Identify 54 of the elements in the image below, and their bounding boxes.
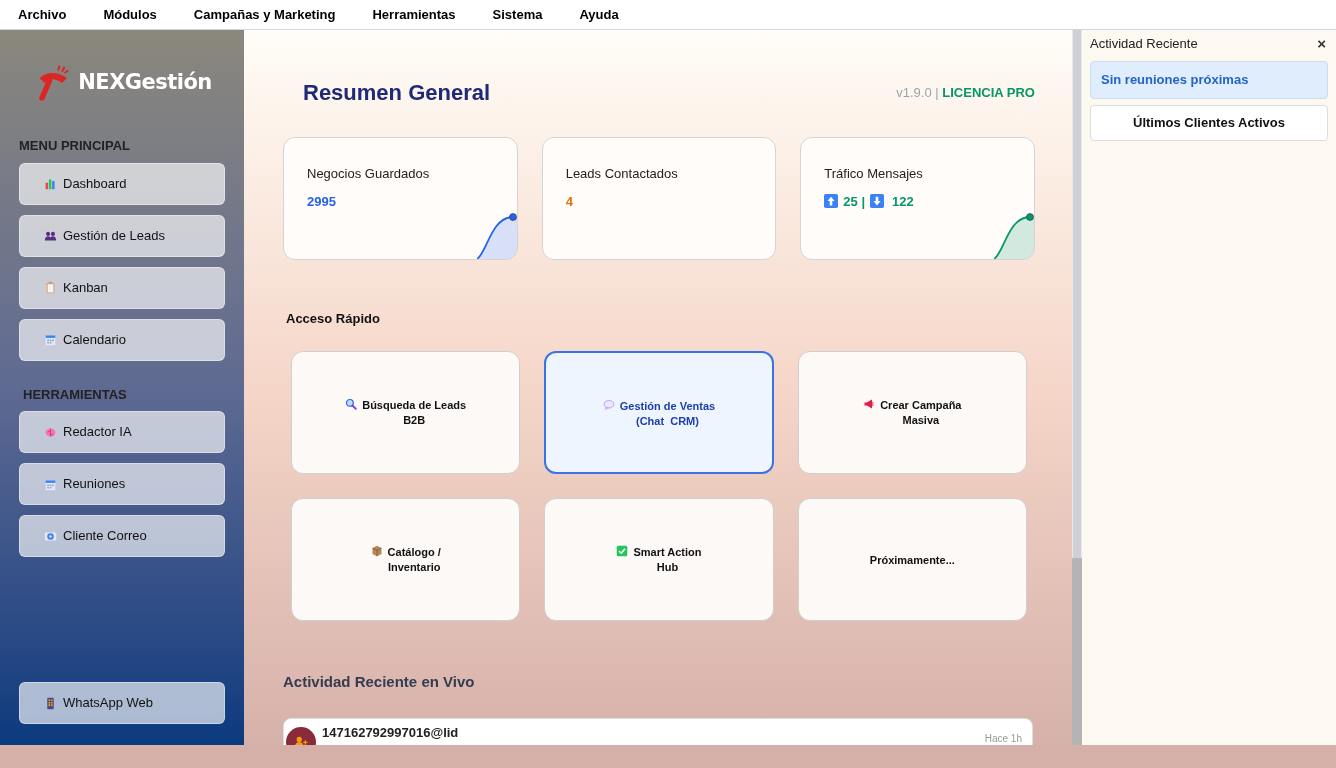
person-add-icon bbox=[294, 735, 308, 745]
sidebar-item[interactable]: Cliente Correo bbox=[19, 515, 225, 557]
sidebar-item[interactable]: WhatsApp Web bbox=[19, 682, 225, 724]
stat-title: Tráfico Mensajes bbox=[824, 165, 924, 183]
page-title: Resumen General bbox=[303, 79, 491, 107]
quick-access-tile[interactable]: Catálogo / Inventario bbox=[291, 497, 521, 621]
stat-title: Leads Contactados bbox=[565, 165, 679, 183]
speech-bubble-icon bbox=[602, 398, 615, 411]
menu-item[interactable]: Módulos bbox=[103, 4, 157, 25]
bar-chart-icon bbox=[44, 177, 57, 190]
phone-icon bbox=[44, 696, 57, 710]
quick-access-tile[interactable]: Búsqueda de Leads B2B bbox=[291, 350, 521, 474]
sidebar-item[interactable]: Redactor IA bbox=[19, 411, 225, 453]
section-heading: HERRAMIENTAS bbox=[22, 385, 128, 404]
sidebar-item[interactable]: Kanban bbox=[19, 266, 225, 309]
sidebar-item[interactable]: Gestión de Leads bbox=[19, 214, 225, 257]
panel-title: Actividad Reciente bbox=[1090, 35, 1198, 54]
section-heading: Acceso Rápido bbox=[285, 310, 381, 328]
section-heading: Actividad Reciente en Vivo bbox=[283, 671, 476, 692]
calendar-icon bbox=[44, 333, 57, 346]
quick-access-tile[interactable]: Gestión de Ventas (Chat CRM) bbox=[544, 350, 774, 474]
brain-icon bbox=[44, 425, 57, 439]
stat-value: 122 bbox=[892, 192, 914, 211]
clients-header: Últimos Clientes Activos bbox=[1090, 105, 1328, 141]
logo-text: NEXGestión bbox=[78, 69, 212, 97]
stat-value: 4 bbox=[565, 192, 574, 211]
stat-title: Negocios Guardados bbox=[307, 165, 431, 183]
disc-icon bbox=[44, 529, 57, 543]
sidebar-item[interactable]: Calendario bbox=[19, 318, 225, 361]
section-heading: MENU PRINCIPAL bbox=[19, 137, 131, 155]
clipboard-icon bbox=[44, 281, 57, 294]
sidebar-item[interactable]: Dashboard bbox=[19, 162, 225, 205]
menu-item[interactable]: Sistema bbox=[492, 4, 543, 25]
stat-value: 25 | bbox=[843, 192, 866, 211]
menu-item[interactable]: Campañas y Marketing bbox=[193, 4, 336, 25]
calendar-icon bbox=[44, 477, 57, 491]
quick-access-tile[interactable]: Crear Campaña Masiva bbox=[797, 350, 1027, 474]
activity-time: Hace 1h bbox=[984, 732, 1022, 745]
meetings-notice: Sin reuniones próximas bbox=[1090, 61, 1328, 99]
box-icon bbox=[370, 544, 383, 557]
quick-access-tile[interactable]: Smart Action Hub bbox=[544, 497, 774, 621]
menu-item[interactable]: Ayuda bbox=[579, 4, 619, 25]
megaphone-icon bbox=[863, 397, 876, 410]
version-label: v1.9.0 | LICENCIA PRO bbox=[896, 83, 1035, 102]
menu-item[interactable]: Herramientas bbox=[372, 4, 456, 25]
contact-name: 147162792997016@lid bbox=[322, 724, 459, 742]
sidebar-item[interactable]: Reuniones bbox=[19, 463, 225, 505]
close-button[interactable]: × bbox=[1317, 32, 1328, 56]
checkmark-icon bbox=[616, 544, 629, 557]
people-icon bbox=[44, 229, 57, 242]
menu-item[interactable]: Archivo bbox=[18, 4, 67, 25]
magnifier-icon bbox=[345, 397, 358, 410]
stat-value: 2995 bbox=[307, 192, 337, 211]
quick-access-tile[interactable]: Próximamente... bbox=[797, 497, 1027, 621]
